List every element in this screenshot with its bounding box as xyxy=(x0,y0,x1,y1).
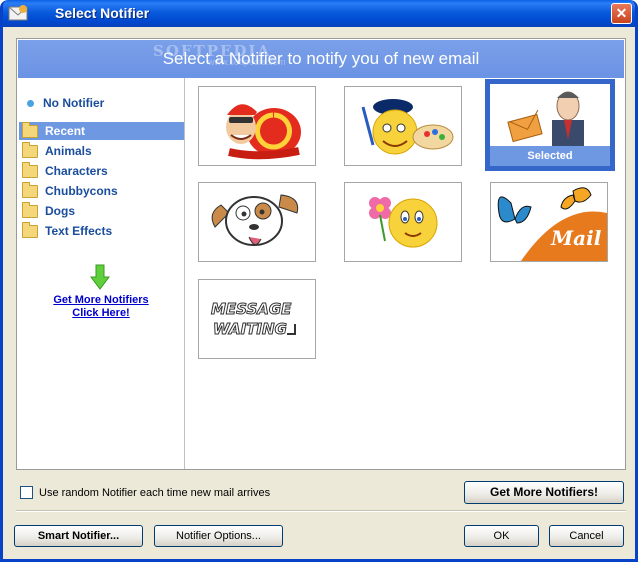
get-more-notifiers-button[interactable]: Get More Notifiers! xyxy=(464,481,624,504)
select-notifier-dialog: Select Notifier ✕ SOFTPEDIA www.softpedi… xyxy=(0,0,638,562)
message-text: MESSAGE xyxy=(211,300,292,318)
businessman-envelope-image xyxy=(507,91,584,148)
notifier-tile-message-waiting[interactable]: MESSAGE WAITING xyxy=(198,279,316,359)
notifier-tile-cartoon-dog[interactable] xyxy=(198,182,316,262)
notifier-tile-businessman[interactable]: Selected xyxy=(485,79,615,171)
artist-smiley-image xyxy=(361,99,454,155)
flower-smiley-image xyxy=(369,197,438,248)
notifier-tile-artist-smiley[interactable] xyxy=(344,86,462,166)
category-characters[interactable]: Characters xyxy=(19,161,184,180)
notifier-options-button[interactable]: Notifier Options... xyxy=(154,525,283,547)
cancel-button[interactable]: Cancel xyxy=(549,525,624,547)
bullet-icon xyxy=(27,99,34,107)
category-label: Text Effects xyxy=(45,224,113,238)
folder-icon xyxy=(22,181,38,198)
smart-notifier-label: Smart Notifier... xyxy=(37,530,120,542)
category-label: Recent xyxy=(45,124,86,138)
random-notifier-option[interactable]: Use random Notifier each time new mail a… xyxy=(20,486,270,499)
notifier-tile-flower-smiley[interactable] xyxy=(344,182,462,262)
close-icon: ✕ xyxy=(615,5,628,21)
category-label: Dogs xyxy=(45,204,75,218)
butterfly-mail-image: Mail xyxy=(491,183,607,261)
no-notifier-option[interactable]: No Notifier xyxy=(27,95,104,111)
mail-overlay-text: Mail xyxy=(550,226,602,250)
folder-icon xyxy=(22,201,38,218)
category-dogs[interactable]: Dogs xyxy=(19,201,184,220)
category-chubbycons[interactable]: Chubbycons xyxy=(19,181,184,200)
category-sidebar: No Notifier Recent Animals Characters Ch… xyxy=(18,78,185,469)
close-button[interactable]: ✕ xyxy=(611,3,632,24)
click-here-link[interactable]: Click Here! xyxy=(18,307,184,319)
footer-divider xyxy=(16,510,626,512)
envelope-app-icon xyxy=(8,5,28,21)
category-label: Chubbycons xyxy=(45,184,118,198)
ok-button[interactable]: OK xyxy=(464,525,539,547)
banner-heading: Select a Notifier to notify you of new e… xyxy=(162,49,480,68)
get-more-notifiers-link[interactable]: Get More Notifiers xyxy=(18,294,184,306)
header-banner: SOFTPEDIA www.softpedia.com Select a Not… xyxy=(18,40,624,78)
tile-image-area: Selected xyxy=(490,84,610,166)
smart-notifier-button[interactable]: Smart Notifier... xyxy=(14,525,143,547)
notifier-tile-butterfly-mail[interactable]: Mail xyxy=(490,182,608,262)
category-recent[interactable]: Recent xyxy=(19,121,184,140)
selected-label: Selected xyxy=(490,146,610,166)
random-notifier-label: Use random Notifier each time new mail a… xyxy=(39,486,271,499)
folder-icon xyxy=(22,221,38,238)
folder-icon xyxy=(22,141,38,158)
category-text-effects[interactable]: Text Effects xyxy=(19,221,184,240)
folder-icon xyxy=(22,121,38,138)
no-notifier-label: No Notifier xyxy=(43,96,105,110)
cartoon-dog-image xyxy=(211,194,299,246)
random-notifier-checkbox[interactable] xyxy=(20,486,33,499)
category-label: Animals xyxy=(45,144,92,158)
title-bar[interactable]: Select Notifier ✕ xyxy=(3,0,635,27)
window-title: Select Notifier xyxy=(55,5,150,21)
folder-icon xyxy=(22,161,38,178)
category-label: Characters xyxy=(45,164,108,178)
notifier-panel: SOFTPEDIA www.softpedia.com Select a Not… xyxy=(16,38,626,470)
notifier-gallery: Selected Mail MESSAGE WAITING xyxy=(185,78,625,469)
snail-racer-image xyxy=(226,104,301,160)
message-waiting-image: MESSAGE WAITING xyxy=(211,300,296,339)
notifier-tile-snail-racer[interactable] xyxy=(198,86,316,166)
category-animals[interactable]: Animals xyxy=(19,141,184,160)
down-arrow-icon xyxy=(90,264,110,290)
waiting-text: WAITING xyxy=(213,320,287,338)
